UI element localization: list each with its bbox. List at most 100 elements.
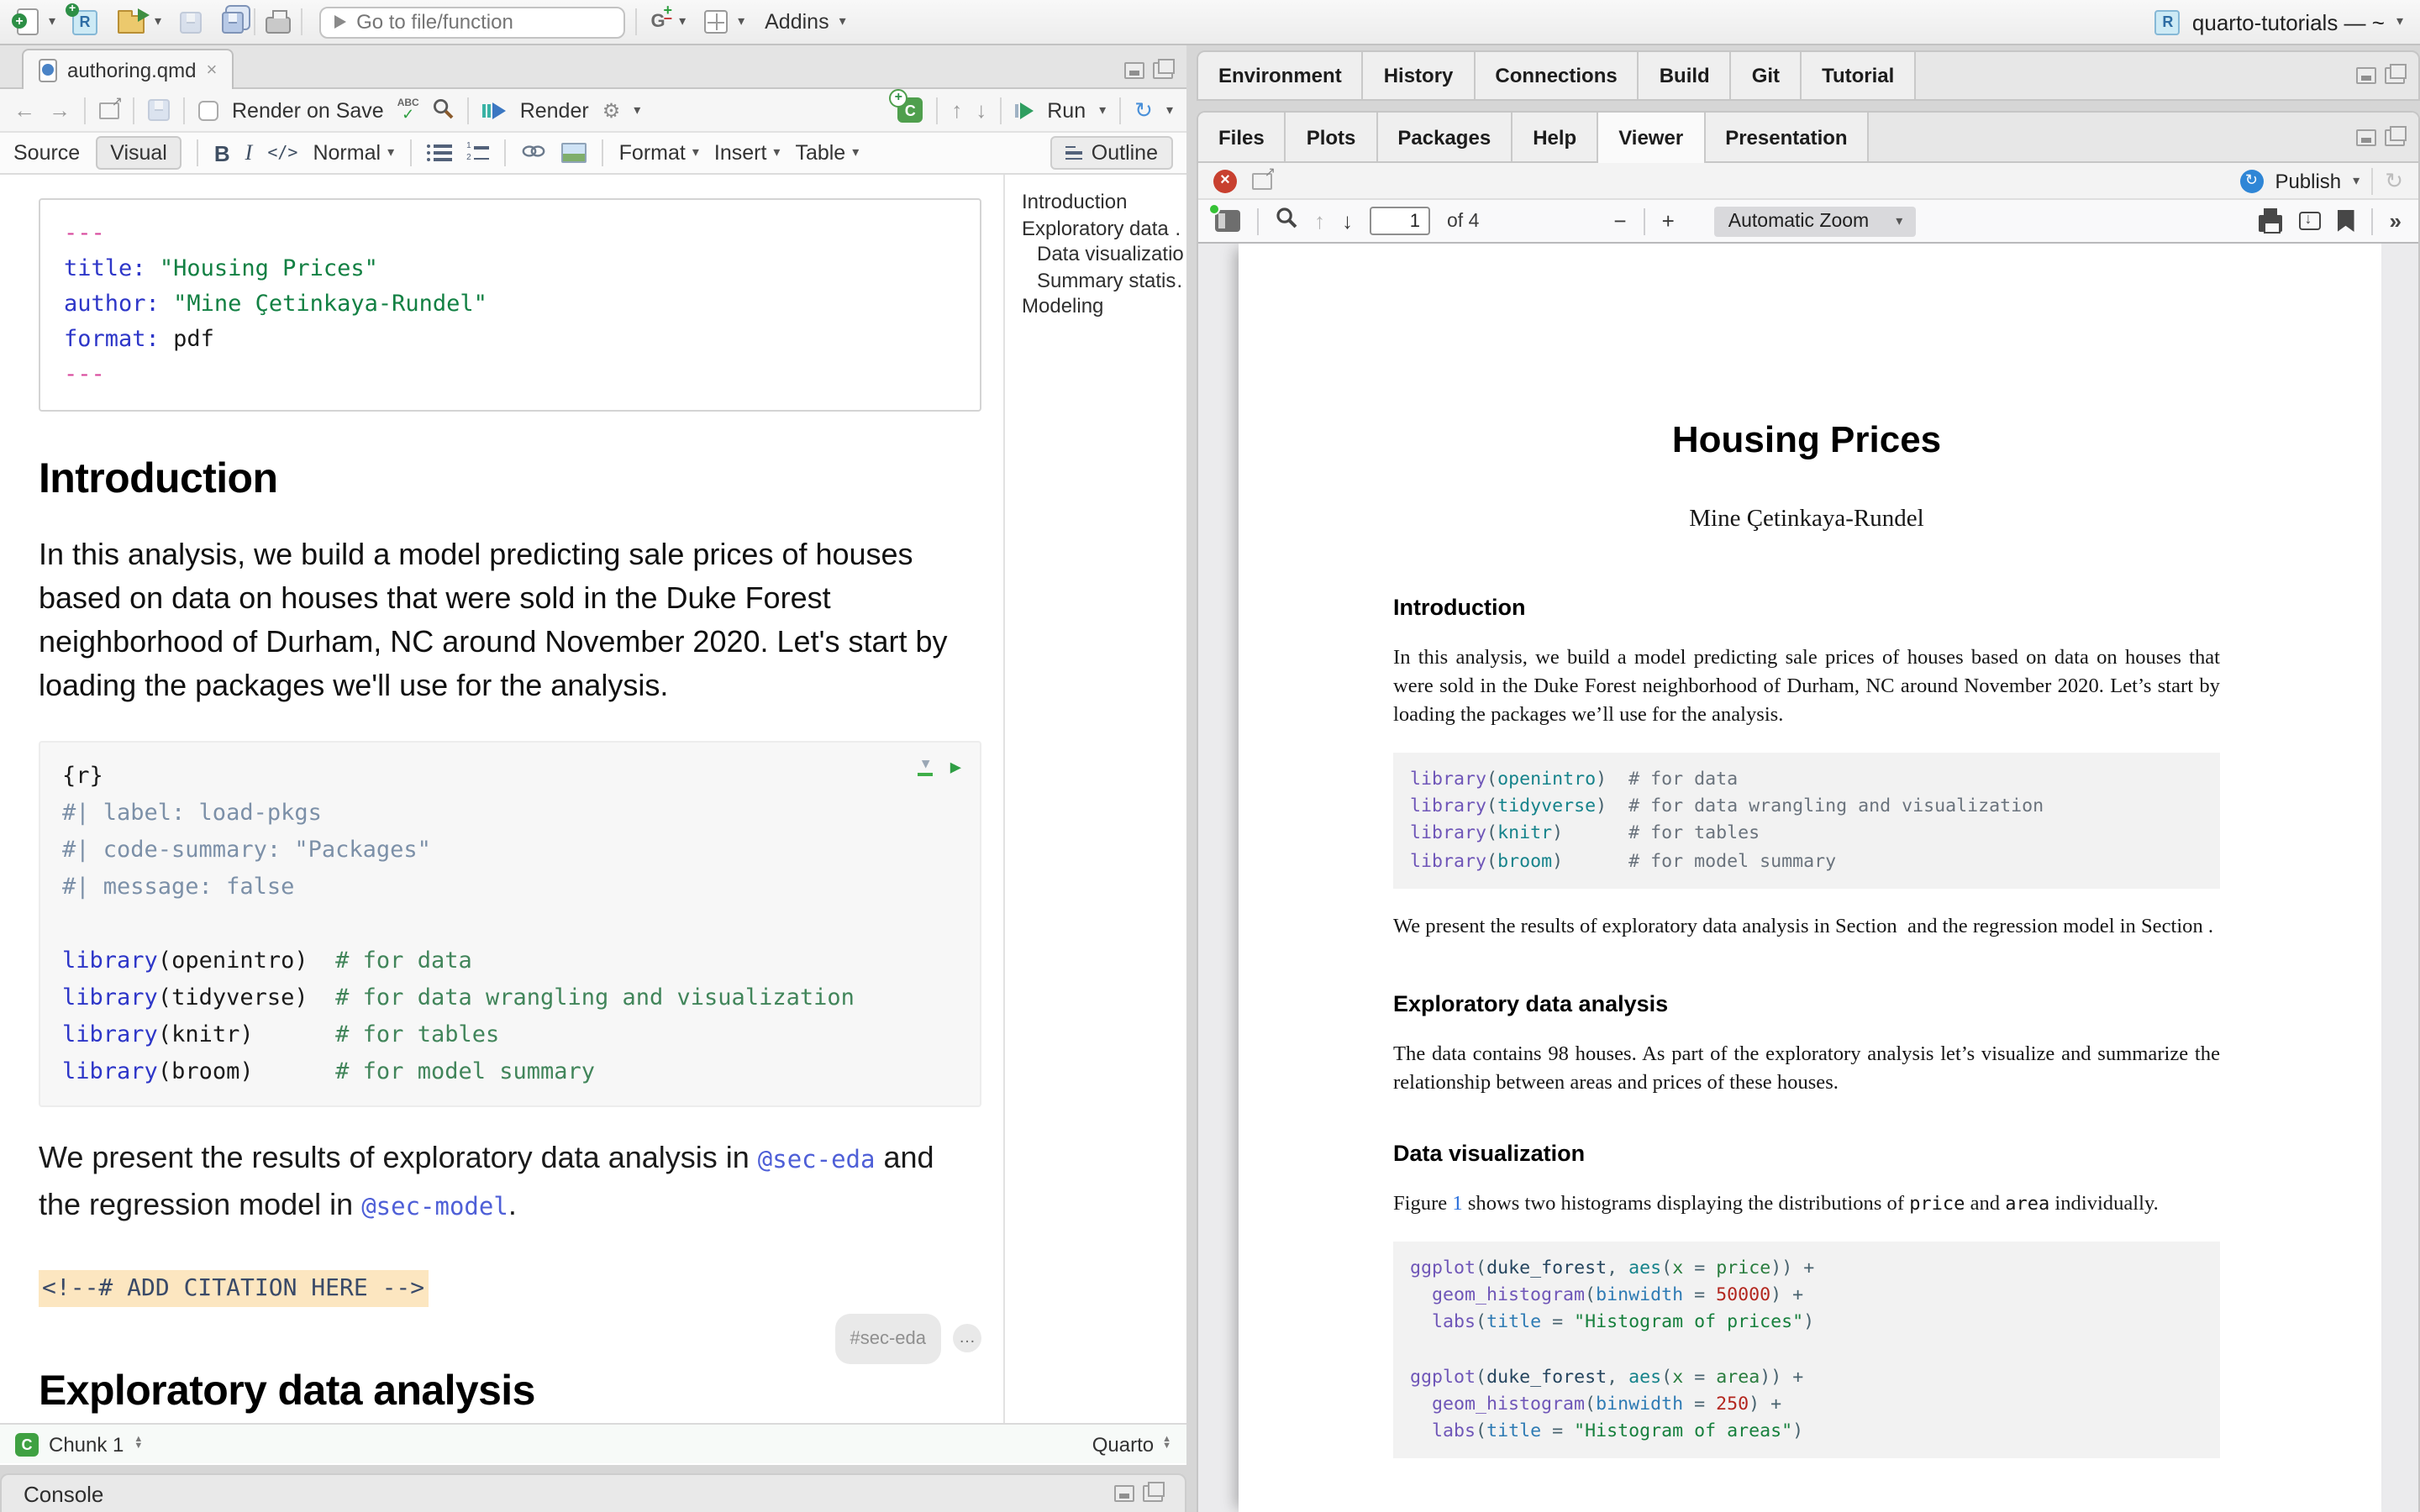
format-menu[interactable]: Format▾ [619,141,699,165]
open-file-button[interactable] [118,10,145,34]
pdf-zoom-select[interactable]: Automatic Zoom ▾ [1715,206,1917,236]
image-icon[interactable] [562,143,587,163]
run-chunk-icon[interactable]: ▶ [950,758,961,776]
close-tab-icon[interactable]: × [206,60,217,80]
minimize-pane-button[interactable] [2356,129,2376,145]
back-icon[interactable]: ← [13,99,35,121]
outline-item[interactable]: Exploratory data … [1022,216,1183,242]
tab-packages[interactable]: Packages [1377,113,1512,161]
outline-item[interactable]: Modeling [1022,294,1183,320]
pdf-sidebar-toggle-icon[interactable] [1215,210,1240,232]
pdf-bookmark-icon[interactable] [2338,210,2354,232]
run-chunks-above-icon[interactable]: ▼ [918,758,934,777]
insert-menu[interactable]: Insert▾ [714,141,781,165]
chunk-position-label[interactable]: Chunk 1 [49,1432,124,1456]
tab-git[interactable]: Git [1732,52,1802,99]
minimize-pane-button[interactable] [2356,67,2376,84]
addins-menu[interactable]: Addins [765,10,829,34]
panes-layout-caret[interactable]: ▾ [738,15,744,29]
mode-spinner-icon[interactable]: ▲▼ [1162,1438,1171,1449]
tab-plots[interactable]: Plots [1286,113,1378,161]
project-menu[interactable]: R quarto-tutorials — ~ ▾ [2155,9,2403,34]
save-document-button[interactable] [148,99,170,121]
tab-viewer[interactable]: Viewer [1598,113,1705,163]
tab-tutorial[interactable]: Tutorial [1802,52,1916,99]
version-control-caret[interactable]: ▾ [679,15,686,29]
render-on-save-checkbox[interactable] [198,100,218,120]
pdf-more-tools-icon[interactable]: » [2390,210,2402,232]
tab-presentation[interactable]: Presentation [1705,113,1869,161]
source-mode-button[interactable]: Source [13,141,80,165]
tab-history[interactable]: History [1364,52,1476,99]
save-all-button[interactable] [222,11,244,33]
outline-item[interactable]: Summary statis… [1022,268,1183,294]
section-menu-button[interactable]: … [953,1325,981,1353]
save-button[interactable] [180,11,202,33]
open-file-dropdown-caret[interactable]: ▾ [155,15,161,29]
refresh-viewer-icon[interactable]: ↻ [2385,170,2403,192]
table-menu[interactable]: Table▾ [795,141,859,165]
print-button[interactable] [266,10,291,34]
tab-help[interactable]: Help [1512,113,1598,161]
pdf-page-number-input[interactable] [1370,207,1430,235]
addins-caret[interactable]: ▾ [839,15,846,29]
new-file-button[interactable]: + [17,8,39,35]
numbered-list-icon[interactable]: 12 [466,144,490,163]
rerun-icon[interactable]: ↻ [1134,99,1153,121]
run-button[interactable]: Run [1047,98,1086,122]
goto-file-input[interactable] [356,10,610,34]
insert-chunk-button[interactable]: C [897,97,923,123]
render-options-caret[interactable]: ▾ [634,103,640,117]
render-button[interactable]: Render [520,98,589,122]
go-to-previous-chunk-icon[interactable]: ↑ [951,99,962,121]
minimize-pane-button[interactable] [1124,62,1144,79]
visual-mode-button[interactable]: Visual [95,136,182,170]
italic-button[interactable]: I [245,139,253,166]
open-in-new-window-icon[interactable] [99,102,119,118]
goto-file-box[interactable] [319,6,625,38]
maximize-pane-button[interactable] [1143,1485,1163,1502]
search-icon[interactable] [433,97,455,123]
pdf-zoom-out-icon[interactable]: − [1613,210,1626,232]
tab-build[interactable]: Build [1639,52,1732,99]
pdf-search-icon[interactable] [1276,206,1297,236]
open-in-new-window-icon[interactable] [1252,172,1272,189]
maximize-pane-button[interactable] [1153,62,1173,79]
new-project-button[interactable]: R+ [72,9,97,34]
chunk-spinner-icon[interactable]: ▲▼ [134,1438,143,1449]
pdf-print-icon[interactable] [2259,215,2282,232]
tab-authoring-qmd[interactable]: authoring.qmd × [22,49,234,89]
publish-button[interactable]: Publish [2275,169,2341,192]
pdf-viewport[interactable]: Housing Prices Mine Çetinkaya-Rundel Int… [1198,244,2418,1512]
bold-button[interactable]: B [214,140,230,165]
pdf-download-icon[interactable] [2299,212,2321,230]
tab-connections[interactable]: Connections [1475,52,1639,99]
rerun-caret[interactable]: ▾ [1166,103,1173,117]
spellcheck-icon[interactable]: ABC✓ [397,98,419,122]
document-mode-label[interactable]: Quarto [1092,1432,1154,1456]
bullet-list-icon[interactable] [426,145,451,161]
gear-icon[interactable]: ⚙ [602,100,621,120]
forward-icon[interactable]: → [49,99,71,121]
outline-item[interactable]: Introduction [1022,190,1183,216]
run-caret[interactable]: ▾ [1099,103,1106,117]
code-format-button[interactable]: </> [267,144,297,162]
visual-editor-canvas[interactable]: ---title: "Housing Prices"author: "Mine … [0,175,1003,1423]
maximize-pane-button[interactable] [2385,67,2405,84]
minimize-pane-button[interactable] [1114,1485,1134,1502]
new-file-dropdown-caret[interactable]: ▾ [49,15,55,29]
go-to-next-chunk-icon[interactable]: ↓ [976,99,986,121]
outline-toggle-button[interactable]: Outline [1051,136,1173,170]
stop-viewer-icon[interactable]: × [1213,169,1237,192]
tab-environment[interactable]: Environment [1198,52,1364,99]
version-control-button[interactable]: G+− [647,12,669,32]
tab-files[interactable]: Files [1198,113,1286,161]
panes-layout-button[interactable] [704,10,728,34]
console-pane-header[interactable]: Console [0,1473,1186,1512]
pdf-previous-page-icon[interactable]: ↑ [1314,210,1325,232]
link-icon[interactable] [522,141,547,165]
maximize-pane-button[interactable] [2385,129,2405,145]
publish-caret[interactable]: ▾ [2353,174,2360,187]
paragraph-style-menu[interactable]: Normal▾ [313,141,394,165]
outline-item[interactable]: Data visualization [1022,242,1183,268]
